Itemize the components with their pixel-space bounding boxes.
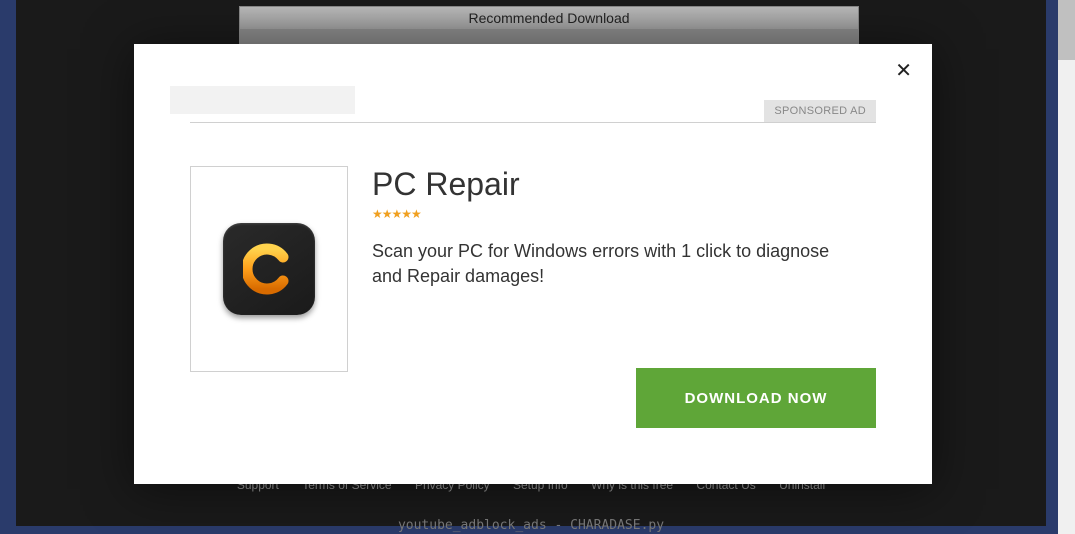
star-rating: ★★★★★ (372, 207, 876, 221)
modal-overlay: ✕ SPONSORED AD (0, 0, 1075, 534)
divider (190, 122, 876, 123)
product-image-box (190, 166, 348, 372)
product-title: PC Repair (372, 166, 876, 203)
sponsored-ad-modal: ✕ SPONSORED AD (134, 44, 932, 484)
sponsored-label: SPONSORED AD (764, 100, 876, 122)
product-description: Scan your PC for Windows errors with 1 c… (372, 239, 862, 289)
close-icon[interactable]: ✕ (895, 58, 912, 83)
logo-placeholder (170, 86, 355, 114)
product-app-icon (223, 223, 315, 315)
download-now-button[interactable]: DOWNLOAD NOW (636, 368, 876, 428)
